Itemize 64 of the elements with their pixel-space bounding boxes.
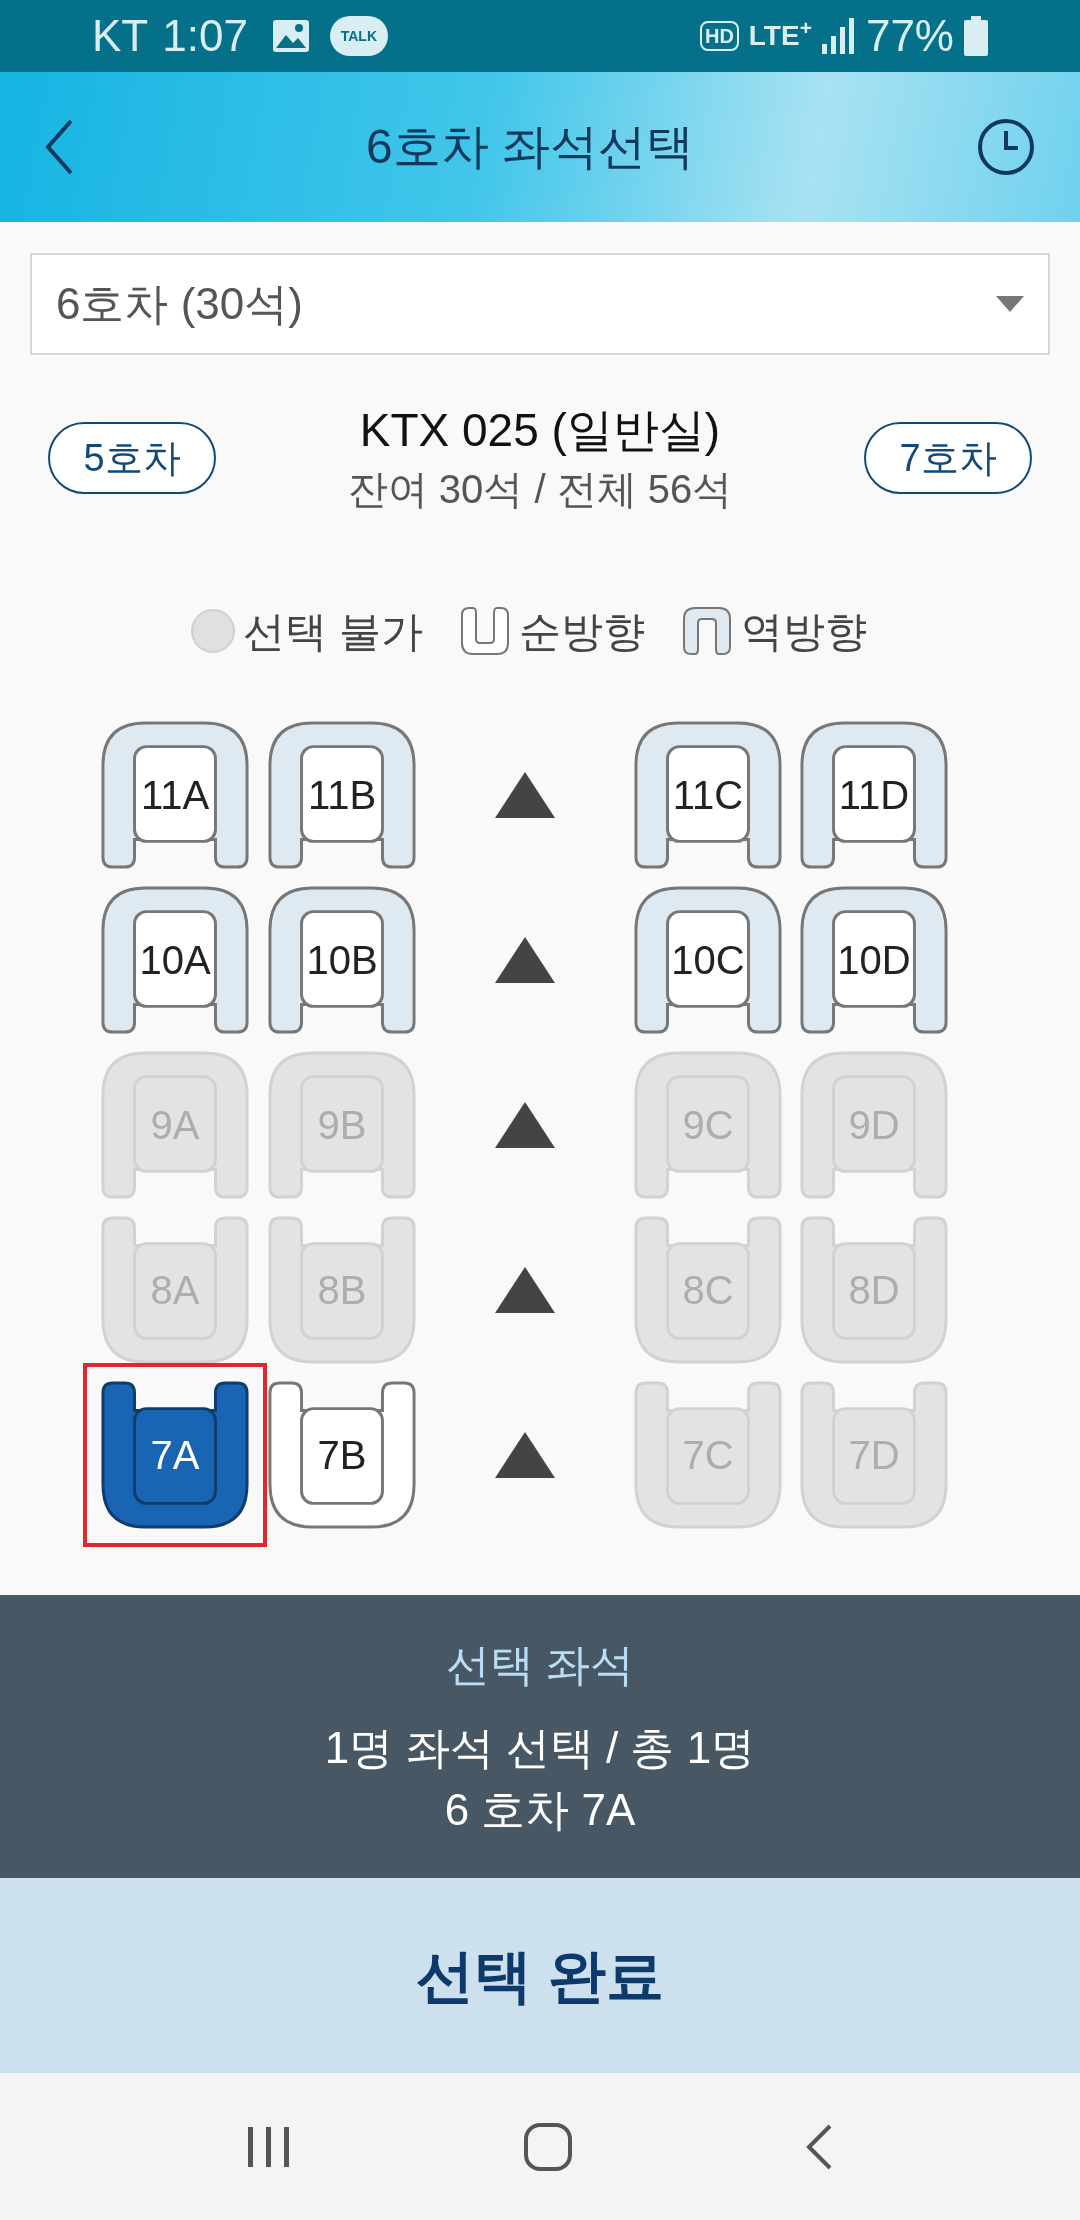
dropdown-caret-icon [996, 296, 1024, 312]
seat-icon [798, 719, 950, 871]
seat-icon [99, 1214, 251, 1366]
talk-icon: TALK [329, 16, 388, 56]
train-name: KTX 025 (일반실) [359, 403, 721, 458]
legend-label: 역방향 [740, 606, 867, 657]
seat-button[interactable]: 7B [266, 1379, 418, 1531]
seat-icon [99, 719, 251, 871]
seat-icon [632, 1049, 784, 1201]
seat-button[interactable]: 10D [798, 884, 950, 1036]
confirm-button[interactable]: 선택 완료 [0, 1878, 1080, 2073]
seat-icon [798, 1049, 950, 1201]
seat-button[interactable]: 7A [99, 1379, 251, 1531]
seat-icon [632, 1214, 784, 1366]
seat-icon [99, 1379, 251, 1531]
reverse-seat-icon [680, 605, 733, 657]
forward-seat-icon [458, 605, 511, 657]
battery-icon [964, 16, 988, 56]
seat-button[interactable]: 11B [266, 719, 418, 871]
clock-text: 1:07 [162, 10, 248, 62]
seat-icon [266, 719, 418, 871]
legend-label: 선택 불가 [243, 606, 423, 657]
seat-icon [266, 1214, 418, 1366]
seat-icon [798, 1379, 950, 1531]
hd-icon: HD [699, 21, 739, 51]
previous-car-button[interactable]: 5호차 [48, 422, 216, 494]
panel-title: 선택 좌석 [445, 1638, 635, 1691]
direction-arrow-icon [495, 1267, 555, 1313]
legend-label: 순방향 [518, 606, 645, 657]
car-dropdown[interactable]: 6호차 (30석) [30, 253, 1050, 355]
unavailable-seat-icon [191, 609, 236, 653]
seat-icon [266, 884, 418, 1036]
selection-summary: 1명 좌석 선택 / 총 1명 [324, 1721, 756, 1774]
seat-button[interactable]: 11A [99, 719, 251, 871]
seat-icon [798, 1214, 950, 1366]
direction-arrow-icon [495, 1432, 555, 1478]
battery-text: 77% [865, 10, 954, 62]
history-button[interactable] [976, 117, 1036, 177]
seat-icon [266, 1049, 418, 1201]
seat-icon [99, 1049, 251, 1201]
seat-button[interactable]: 11D [798, 719, 950, 871]
seat-button[interactable]: 11C [632, 719, 784, 871]
direction-arrow-icon [495, 1102, 555, 1148]
seat-icon [632, 1379, 784, 1531]
seat-icon [99, 884, 251, 1036]
network-text: LTE$^{+}$ [748, 15, 812, 53]
signal-icon [821, 18, 854, 54]
seat-button[interactable]: 10C [632, 884, 784, 1036]
page-title: 6호차 좌석선택 [365, 119, 695, 175]
home-button[interactable] [523, 2121, 573, 2172]
direction-arrow-icon [495, 937, 555, 983]
seat-button[interactable]: 10B [266, 884, 418, 1036]
selected-seat-text: 6 호차 7A [444, 1783, 636, 1836]
image-icon [271, 19, 310, 53]
seat-icon [632, 719, 784, 871]
recent-apps-button[interactable] [245, 2124, 292, 2169]
seat-icon [798, 884, 950, 1036]
seat-icon [632, 884, 784, 1036]
seat-count-text: 잔여 30석 / 전체 56석 [347, 466, 733, 513]
next-car-button[interactable]: 7호차 [864, 422, 1032, 494]
carrier-text: KT [92, 10, 149, 62]
seat-button[interactable]: 10A [99, 884, 251, 1036]
direction-arrow-icon [495, 772, 555, 818]
seat-icon [266, 1379, 418, 1531]
